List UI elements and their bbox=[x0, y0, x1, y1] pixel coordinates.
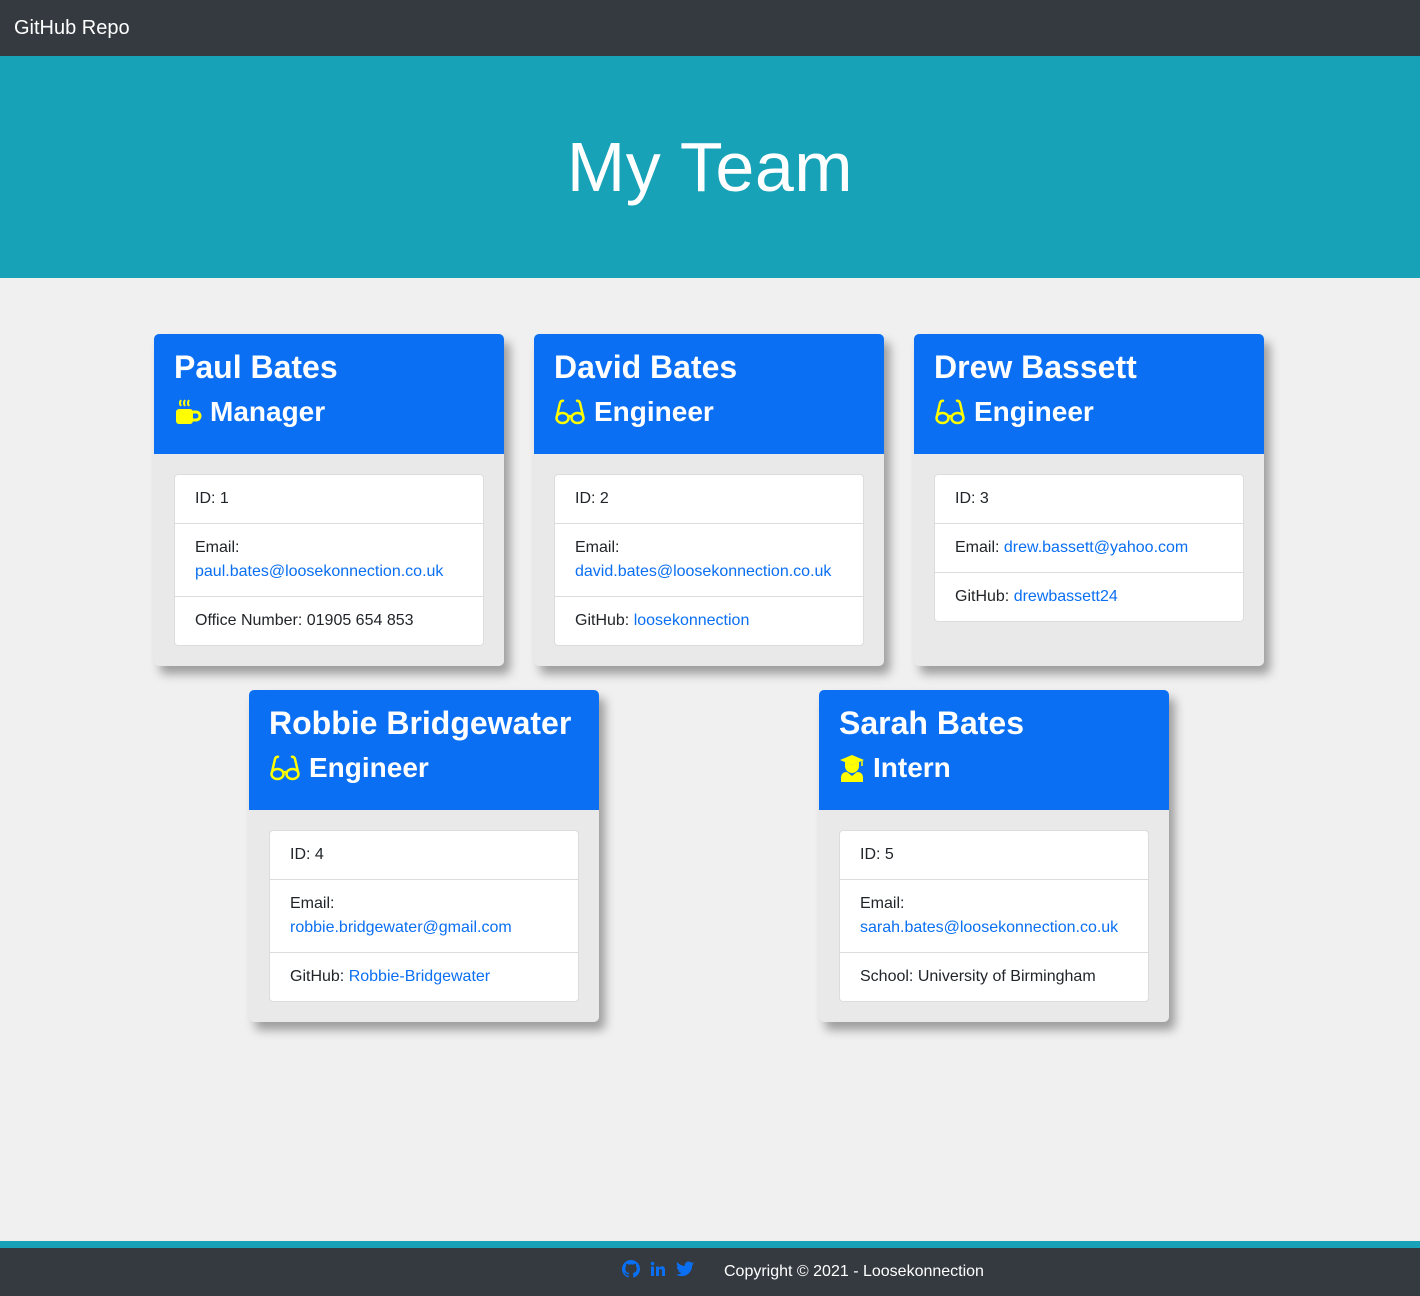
github-label: GitHub: bbox=[290, 968, 345, 985]
card-header: Drew Bassett Engineer bbox=[914, 334, 1264, 454]
email-link[interactable]: drew.bassett@yahoo.com bbox=[1004, 539, 1188, 556]
employee-id: ID: 4 bbox=[290, 846, 324, 863]
employee-name: Drew Bassett bbox=[934, 349, 1137, 385]
github-label: GitHub: bbox=[955, 588, 1010, 605]
employee-id: ID: 1 bbox=[195, 490, 229, 507]
office-number: Office Number: 01905 654 853 bbox=[175, 596, 483, 645]
details-list: ID: 3 Email: drew.bassett@yahoo.com GitH… bbox=[934, 474, 1244, 622]
role-label: Intern bbox=[873, 752, 951, 783]
linkedin-icon[interactable] bbox=[650, 1261, 666, 1282]
role-label: Engineer bbox=[974, 396, 1094, 427]
employee-role: Intern bbox=[839, 751, 1149, 785]
twitter-icon[interactable] bbox=[676, 1261, 694, 1282]
github-row: GitHub: loosekonnection bbox=[555, 596, 863, 645]
card-header: Paul Bates Manager bbox=[154, 334, 504, 454]
employee-id: ID: 5 bbox=[860, 846, 894, 863]
email-label: Email: bbox=[575, 539, 620, 556]
graduate-icon bbox=[839, 754, 865, 782]
employee-name: Paul Bates bbox=[174, 349, 338, 385]
details-list: ID: 5 Email: sarah.bates@loosekonnection… bbox=[839, 830, 1149, 1002]
footer: Copyright © 2021 - Loosekonnection bbox=[0, 1248, 1420, 1296]
school: School: University of Birmingham bbox=[840, 952, 1148, 1001]
employee-card-engineer: David Bates Engineer ID: 2 Email: david.… bbox=[534, 334, 884, 666]
email-label: Email: bbox=[290, 895, 335, 912]
email-link[interactable]: robbie.bridgewater@gmail.com bbox=[290, 919, 512, 936]
details-list: ID: 1 Email: paul.bates@loosekonnection.… bbox=[174, 474, 484, 646]
employee-email-row: Email: robbie.bridgewater@gmail.com bbox=[270, 879, 578, 952]
details-list: ID: 4 Email: robbie.bridgewater@gmail.co… bbox=[269, 830, 579, 1002]
employee-role: Engineer bbox=[269, 751, 579, 785]
email-link[interactable]: sarah.bates@loosekonnection.co.uk bbox=[860, 919, 1118, 936]
employee-name: David Bates bbox=[554, 349, 738, 385]
employee-card-manager: Paul Bates Manager ID: 1 Email: paul.bat… bbox=[154, 334, 504, 666]
email-link[interactable]: david.bates@loosekonnection.co.uk bbox=[575, 563, 831, 580]
card-header: Robbie Bridgewater Engineer bbox=[249, 690, 599, 810]
card-header: Sarah Bates Intern bbox=[819, 690, 1169, 810]
employee-role: Manager bbox=[174, 395, 484, 429]
footer-accent-bar bbox=[0, 1241, 1420, 1248]
employee-email-row: Email: paul.bates@loosekonnection.co.uk bbox=[175, 523, 483, 596]
email-link[interactable]: paul.bates@loosekonnection.co.uk bbox=[195, 563, 443, 580]
navbar: GitHub Repo bbox=[0, 0, 1420, 56]
role-label: Engineer bbox=[309, 752, 429, 783]
employee-name: Sarah Bates bbox=[839, 705, 1024, 741]
employee-role: Engineer bbox=[934, 395, 1244, 429]
employee-card-engineer: Robbie Bridgewater Engineer ID: 4 Email:… bbox=[249, 690, 599, 1022]
employee-email-row: Email: david.bates@loosekonnection.co.uk bbox=[555, 523, 863, 596]
github-link[interactable]: loosekonnection bbox=[634, 612, 750, 629]
employee-id: ID: 2 bbox=[575, 490, 609, 507]
github-repo-link[interactable]: GitHub Repo bbox=[14, 17, 130, 40]
employee-email-row: Email: drew.bassett@yahoo.com bbox=[935, 523, 1243, 572]
email-label: Email: bbox=[195, 539, 240, 556]
role-label: Manager bbox=[210, 396, 326, 427]
glasses-icon bbox=[269, 754, 301, 782]
employee-card-engineer: Drew Bassett Engineer ID: 3 Email: drew.… bbox=[914, 334, 1264, 666]
glasses-icon bbox=[934, 398, 966, 426]
github-icon[interactable] bbox=[622, 1260, 640, 1283]
social-links bbox=[622, 1260, 694, 1283]
role-label: Engineer bbox=[594, 396, 714, 427]
coffee-icon bbox=[174, 398, 202, 426]
github-row: GitHub: drewbassett24 bbox=[935, 572, 1243, 621]
github-link[interactable]: Robbie-Bridgewater bbox=[349, 968, 490, 985]
hero-banner: My Team bbox=[0, 56, 1420, 278]
employee-id: ID: 3 bbox=[955, 490, 989, 507]
employee-role: Engineer bbox=[554, 395, 864, 429]
card-header: David Bates Engineer bbox=[534, 334, 884, 454]
page-title: My Team bbox=[566, 128, 854, 206]
glasses-icon bbox=[554, 398, 586, 426]
copyright-text: Copyright © 2021 - Loosekonnection bbox=[724, 1263, 984, 1280]
github-row: GitHub: Robbie-Bridgewater bbox=[270, 952, 578, 1001]
employee-card-intern: Sarah Bates Intern ID: 5 Email: sarah.ba… bbox=[819, 690, 1169, 1022]
email-label: Email: bbox=[955, 539, 1000, 556]
employee-name: Robbie Bridgewater bbox=[269, 705, 572, 741]
email-label: Email: bbox=[860, 895, 905, 912]
employee-email-row: Email: sarah.bates@loosekonnection.co.uk bbox=[840, 879, 1148, 952]
github-label: GitHub: bbox=[575, 612, 630, 629]
github-link[interactable]: drewbassett24 bbox=[1014, 588, 1118, 605]
details-list: ID: 2 Email: david.bates@loosekonnection… bbox=[554, 474, 864, 646]
